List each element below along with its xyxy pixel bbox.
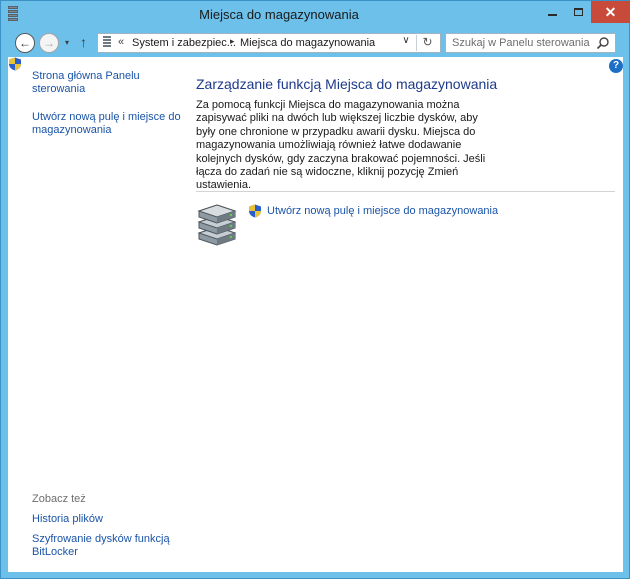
control-panel-icon: [103, 36, 111, 49]
sidebar-link-file-history[interactable]: Historia plików: [32, 513, 103, 526]
back-button[interactable]: ←: [15, 33, 35, 53]
content-area: ? Strona główna Panelu sterowania Utwórz…: [8, 57, 623, 572]
close-icon: ✕: [604, 3, 617, 20]
see-also-heading: Zobacz też: [32, 493, 86, 505]
search-icon[interactable]: [596, 36, 610, 50]
forward-button[interactable]: →: [39, 33, 59, 53]
maximize-button[interactable]: [565, 1, 591, 23]
breadcrumb-item-storage[interactable]: Miejsca do magazynowania: [240, 37, 375, 49]
window-title: Miejsca do magazynowania: [199, 7, 359, 22]
window-frame: Miejsca do magazynowania ✕ ← → ▾ ↑ « Sys…: [0, 0, 630, 579]
back-arrow-icon: ←: [19, 36, 31, 50]
refresh-button[interactable]: ↻: [416, 35, 438, 51]
title-bar[interactable]: Miejsca do magazynowania ✕: [1, 1, 630, 29]
storage-drives-icon: [197, 204, 237, 246]
search-placeholder: Szukaj w Panelu sterowania: [452, 37, 590, 49]
minimize-button[interactable]: [539, 1, 565, 23]
forward-arrow-icon: →: [43, 36, 55, 50]
address-bar[interactable]: « System i zabezpiec... ▸ Miejsca do mag…: [97, 33, 441, 53]
close-button[interactable]: ✕: [591, 1, 630, 23]
address-dropdown-button[interactable]: ∨: [398, 35, 414, 46]
uac-shield-icon: [249, 204, 261, 218]
page-description: Za pomocą funkcji Miejsca do magazynowan…: [196, 99, 486, 192]
divider: [196, 191, 615, 192]
recent-locations-button[interactable]: ▾: [65, 38, 69, 47]
maximize-icon: [573, 8, 583, 16]
search-input[interactable]: Szukaj w Panelu sterowania: [445, 33, 616, 53]
minimize-icon: [547, 14, 557, 16]
sidebar-link-bitlocker[interactable]: Szyfrowanie dysków funkcją BitLocker: [32, 533, 172, 559]
create-pool-link[interactable]: Utwórz nową pulę i miejsce do magazynowa…: [267, 205, 498, 217]
breadcrumb-separator-icon[interactable]: ▸: [230, 36, 235, 47]
sidebar-link-create-pool[interactable]: Utwórz nową pulę i miejsce do magazynowa…: [32, 111, 182, 137]
page-title: Zarządzanie funkcją Miejsca do magazynow…: [196, 76, 498, 92]
navigation-bar: ← → ▾ ↑ « System i zabezpiec... ▸ Miejsc…: [8, 29, 623, 57]
breadcrumb-item-system[interactable]: System i zabezpiec...: [132, 37, 236, 49]
up-button[interactable]: ↑: [80, 34, 87, 50]
uac-shield-icon: [9, 57, 21, 71]
breadcrumb-overflow-button[interactable]: «: [118, 36, 124, 48]
help-icon[interactable]: ?: [609, 59, 623, 73]
sidebar-link-control-panel-home[interactable]: Strona główna Panelu sterowania: [32, 70, 172, 96]
